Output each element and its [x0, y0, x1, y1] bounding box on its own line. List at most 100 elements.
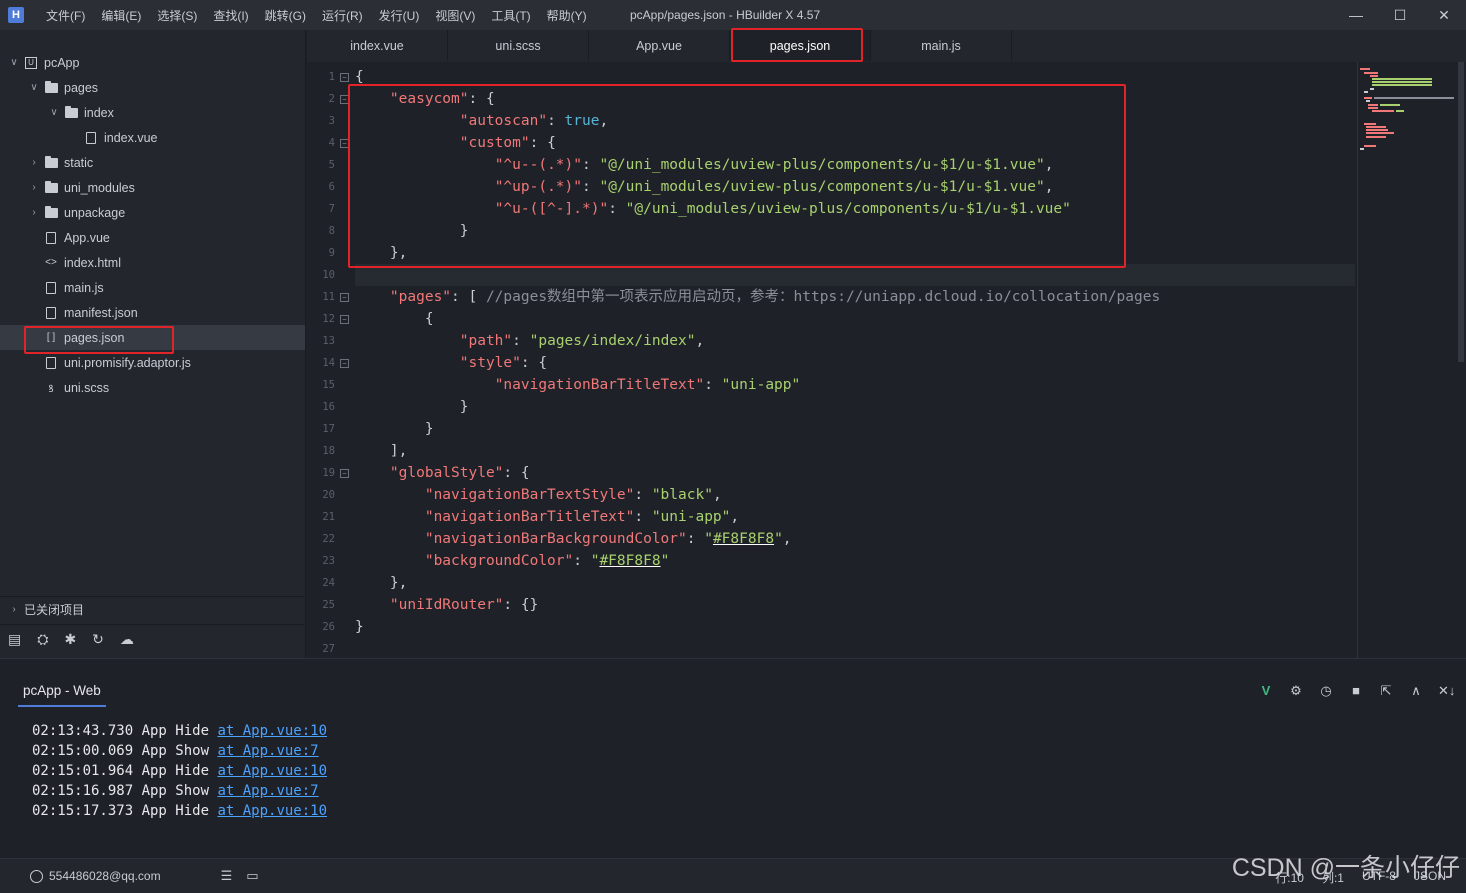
log-source-link[interactable]: at App.vue:10: [217, 723, 327, 739]
minimize-icon[interactable]: —: [1334, 0, 1378, 30]
tree-item[interactable]: [ ] pages.json: [0, 325, 305, 350]
fold-toggle-icon[interactable]: −: [340, 139, 349, 148]
code-line[interactable]: "autoscan": true,: [355, 110, 608, 132]
menu-find[interactable]: 查找(I): [205, 7, 256, 24]
list-icon[interactable]: ☰: [221, 868, 233, 884]
explorer-icon[interactable]: ▤: [8, 631, 21, 648]
tree-item[interactable]: ∨ index: [0, 100, 305, 125]
tree-item[interactable]: manifest.json: [0, 300, 305, 325]
log-source-link[interactable]: at App.vue:7: [217, 783, 318, 799]
code-line[interactable]: "style": {: [355, 352, 547, 374]
code-line[interactable]: "custom": {: [355, 132, 556, 154]
code-line[interactable]: "navigationBarTitleText": "uni-app": [355, 374, 801, 396]
code-line[interactable]: },: [355, 242, 407, 264]
restart-icon[interactable]: ◷: [1318, 683, 1334, 699]
tree-item[interactable]: <> index.html: [0, 250, 305, 275]
fold-toggle-icon[interactable]: −: [340, 293, 349, 302]
log-source-link[interactable]: at App.vue:7: [217, 743, 318, 759]
closed-projects[interactable]: › 已关闭项目: [0, 596, 305, 622]
code-line[interactable]: "backgroundColor": "#F8F8F8": [355, 550, 669, 572]
clear-close-icon[interactable]: ✕↓: [1438, 683, 1455, 699]
user-account[interactable]: 554486028@qq.com: [49, 869, 161, 883]
tree-item-label: main.js: [64, 280, 104, 295]
chevron-icon[interactable]: ∨: [48, 107, 60, 118]
tab-uni-scss[interactable]: uni.scss: [448, 30, 589, 61]
tab-main-js[interactable]: main.js: [871, 30, 1012, 61]
debug-icon[interactable]: ✱: [64, 631, 76, 648]
code-line[interactable]: "path": "pages/index/index",: [355, 330, 704, 352]
tree-item-label: pages: [64, 80, 99, 95]
code-line[interactable]: }: [355, 220, 469, 242]
terminal-icon[interactable]: ▭: [246, 868, 258, 884]
chevron-up-icon[interactable]: ∧: [1408, 683, 1424, 699]
code-line[interactable]: }: [355, 396, 469, 418]
fold-toggle-icon[interactable]: −: [340, 315, 349, 324]
tree-item[interactable]: › uni_modules: [0, 175, 305, 200]
line-number: 9: [328, 247, 335, 259]
chevron-icon[interactable]: ›: [28, 207, 40, 218]
code-line[interactable]: ],: [355, 440, 407, 462]
code-line[interactable]: },: [355, 572, 407, 594]
debug-bug-icon[interactable]: ⚙: [1288, 683, 1304, 699]
menu-goto[interactable]: 跳转(G): [257, 7, 314, 24]
code-line[interactable]: "^up-(.*)": "@/uni_modules/uview-plus/co…: [355, 176, 1054, 198]
tab-index-vue[interactable]: index.vue: [307, 30, 448, 61]
menu-view[interactable]: 视图(V): [427, 7, 483, 24]
code-editor[interactable]: 1 2 3 4 5 6 7 8 9 10 11 12 13 14 15 16 17 18 19 20 21 22 23 24 2…: [307, 62, 1357, 658]
console-tab-web[interactable]: pcApp - Web: [18, 683, 106, 707]
menu-publish[interactable]: 发行(U): [371, 7, 428, 24]
fold-toggle-icon[interactable]: −: [340, 469, 349, 478]
code-line[interactable]: }: [355, 616, 364, 638]
tree-item[interactable]: App.vue: [0, 225, 305, 250]
menu-tools[interactable]: 工具(T): [483, 7, 538, 24]
tree-item[interactable]: ∨ pages: [0, 75, 305, 100]
plugin-icon[interactable]: ⛭: [37, 631, 48, 648]
tree-item[interactable]: › unpackage: [0, 200, 305, 225]
user-icon[interactable]: [30, 869, 43, 883]
cloud-icon[interactable]: ☁: [120, 631, 134, 648]
log-source-link[interactable]: at App.vue:10: [217, 763, 327, 779]
menu-edit[interactable]: 编辑(E): [93, 7, 149, 24]
menu-file[interactable]: 文件(F): [38, 7, 93, 24]
code-line[interactable]: "^u-([^-].*)": "@/uni_modules/uview-plus…: [355, 198, 1071, 220]
code-line[interactable]: "^u--(.*)": "@/uni_modules/uview-plus/co…: [355, 154, 1054, 176]
tree-item[interactable]: ∨ UpcApp: [0, 50, 305, 75]
fold-toggle-icon[interactable]: −: [340, 73, 349, 82]
stop-icon[interactable]: ■: [1348, 683, 1364, 699]
log-source-link[interactable]: at App.vue:10: [217, 803, 327, 819]
code-line[interactable]: }: [355, 418, 434, 440]
tab-app-vue[interactable]: App.vue: [589, 30, 730, 61]
code-line[interactable]: "globalStyle": {: [355, 462, 530, 484]
fold-toggle-icon[interactable]: −: [340, 95, 349, 104]
code-line[interactable]: "navigationBarTitleText": "uni-app",: [355, 506, 739, 528]
chevron-icon[interactable]: ∨: [28, 82, 40, 93]
fold-toggle-icon[interactable]: −: [340, 359, 349, 368]
minimap[interactable]: [1357, 62, 1466, 658]
vue-icon[interactable]: V: [1258, 683, 1274, 699]
tab-pages-json[interactable]: pages.json: [730, 30, 871, 61]
tree-item[interactable]: index.vue: [0, 125, 305, 150]
tree-item-label: manifest.json: [64, 305, 138, 320]
code-line[interactable]: "pages": [ //pages数组中第一项表示应用启动页，参考：https…: [355, 286, 1160, 308]
menu-help[interactable]: 帮助(Y): [539, 7, 595, 24]
chevron-icon[interactable]: ∨: [8, 57, 20, 68]
code-line[interactable]: "easycom": {: [355, 88, 495, 110]
tree-item[interactable]: ꝸ uni.scss: [0, 375, 305, 400]
chevron-icon[interactable]: ›: [28, 182, 40, 193]
menu-select[interactable]: 选择(S): [149, 7, 205, 24]
code-line[interactable]: "uniIdRouter": {}: [355, 594, 538, 616]
maximize-icon[interactable]: ☐: [1378, 0, 1422, 30]
open-external-icon[interactable]: ⇱: [1378, 683, 1394, 699]
code-line[interactable]: "navigationBarBackgroundColor": "#F8F8F8…: [355, 528, 792, 550]
close-icon[interactable]: ✕: [1422, 0, 1466, 30]
editor-scrollbar[interactable]: [1458, 62, 1464, 362]
tree-item[interactable]: main.js: [0, 275, 305, 300]
tree-item[interactable]: uni.promisify.adaptor.js: [0, 350, 305, 375]
chevron-icon[interactable]: ›: [28, 157, 40, 168]
code-line[interactable]: {: [355, 66, 364, 88]
code-line[interactable]: "navigationBarTextStyle": "black",: [355, 484, 722, 506]
tree-item[interactable]: › static: [0, 150, 305, 175]
code-line[interactable]: {: [355, 308, 434, 330]
git-icon[interactable]: ↻: [92, 631, 104, 648]
menu-run[interactable]: 运行(R): [314, 7, 371, 24]
